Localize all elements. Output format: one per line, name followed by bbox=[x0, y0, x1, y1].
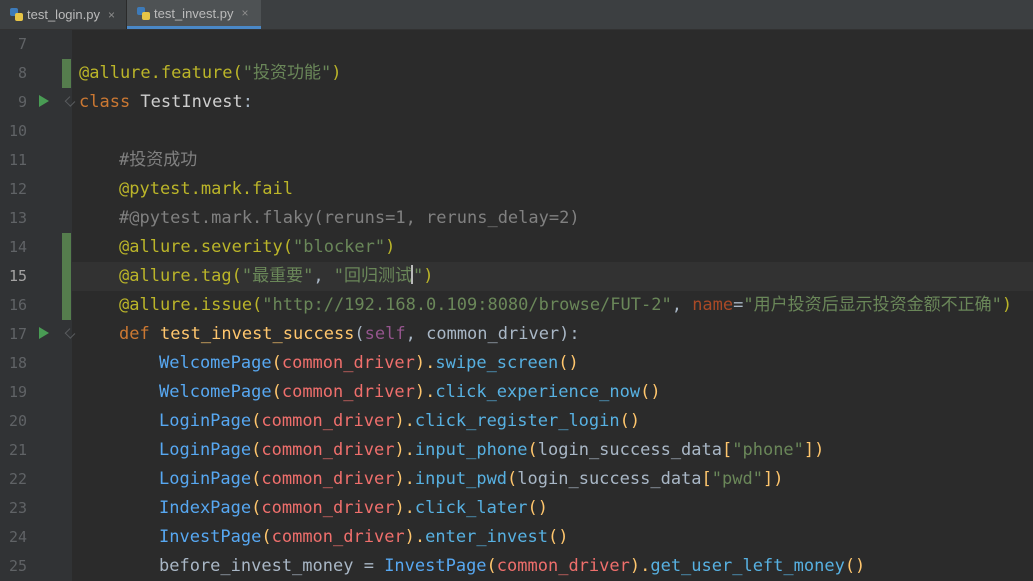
line-number[interactable]: 19 bbox=[0, 378, 27, 407]
line-number[interactable]: 18 bbox=[0, 349, 27, 378]
code-line-17: def test_invest_success(self, common_dri… bbox=[119, 324, 580, 344]
code-line-20: LoginPage(common_driver).click_register_… bbox=[159, 411, 641, 431]
code-line-11: #投资成功 bbox=[119, 150, 198, 170]
line-number[interactable]: 25 bbox=[0, 552, 27, 581]
line-number[interactable]: 22 bbox=[0, 465, 27, 494]
line-number[interactable]: 20 bbox=[0, 407, 27, 436]
code-line-14: @allure.severity("blocker") bbox=[119, 237, 396, 257]
run-test-icon[interactable] bbox=[39, 327, 49, 339]
code-line-15: @allure.tag("最重要", "回归测试") bbox=[119, 265, 434, 286]
python-file-icon bbox=[137, 6, 150, 20]
code-line-12: @pytest.mark.fail bbox=[119, 179, 293, 199]
python-file-icon bbox=[10, 8, 23, 21]
code-line-21: LoginPage(common_driver).input_phone(log… bbox=[159, 440, 825, 460]
run-test-icon[interactable] bbox=[39, 95, 49, 107]
code-line-22: LoginPage(common_driver).input_pwd(login… bbox=[159, 469, 784, 489]
line-number[interactable]: 9 bbox=[0, 88, 27, 117]
code-line-24: InvestPage(common_driver).enter_invest() bbox=[159, 527, 569, 547]
line-number[interactable]: 14 bbox=[0, 233, 27, 262]
tab-test-login[interactable]: test_login.py × bbox=[0, 0, 125, 29]
code-line-25: before_invest_money = InvestPage(common_… bbox=[159, 556, 866, 576]
line-number[interactable]: 13 bbox=[0, 204, 27, 233]
line-number[interactable]: 16 bbox=[0, 291, 27, 320]
line-number[interactable]: 15 bbox=[0, 262, 27, 291]
code-line-8: @allure.feature("投资功能") bbox=[79, 63, 342, 83]
change-marker bbox=[62, 233, 71, 320]
tab-test-invest[interactable]: test_invest.py × bbox=[127, 0, 261, 29]
line-number[interactable]: 10 bbox=[0, 117, 27, 146]
tab-label: test_invest.py bbox=[154, 5, 234, 21]
line-number[interactable]: 21 bbox=[0, 436, 27, 465]
line-number[interactable]: 11 bbox=[0, 146, 27, 175]
close-icon[interactable]: × bbox=[242, 6, 249, 20]
close-icon[interactable]: × bbox=[108, 8, 115, 22]
code-line-9: class TestInvest: bbox=[79, 92, 254, 112]
line-number[interactable]: 8 bbox=[0, 59, 27, 88]
tab-label: test_login.py bbox=[27, 7, 100, 22]
line-number[interactable]: 12 bbox=[0, 175, 27, 204]
line-number[interactable]: 17 bbox=[0, 320, 27, 349]
code-line-23: IndexPage(common_driver).click_later() bbox=[159, 498, 548, 518]
line-number[interactable]: 24 bbox=[0, 523, 27, 552]
editor-tab-bar: test_login.py × test_invest.py × bbox=[0, 0, 1033, 30]
code-line-19: WelcomePage(common_driver).click_experie… bbox=[159, 382, 661, 402]
line-number[interactable]: 7 bbox=[0, 30, 27, 59]
change-marker bbox=[62, 59, 71, 88]
line-number[interactable]: 23 bbox=[0, 494, 27, 523]
code-line-16: @allure.issue("http://192.168.0.109:8080… bbox=[119, 295, 1013, 315]
code-line-18: WelcomePage(common_driver).swipe_screen(… bbox=[159, 353, 579, 373]
code-line-13: #@pytest.mark.flaky(reruns=1, reruns_del… bbox=[119, 208, 580, 228]
